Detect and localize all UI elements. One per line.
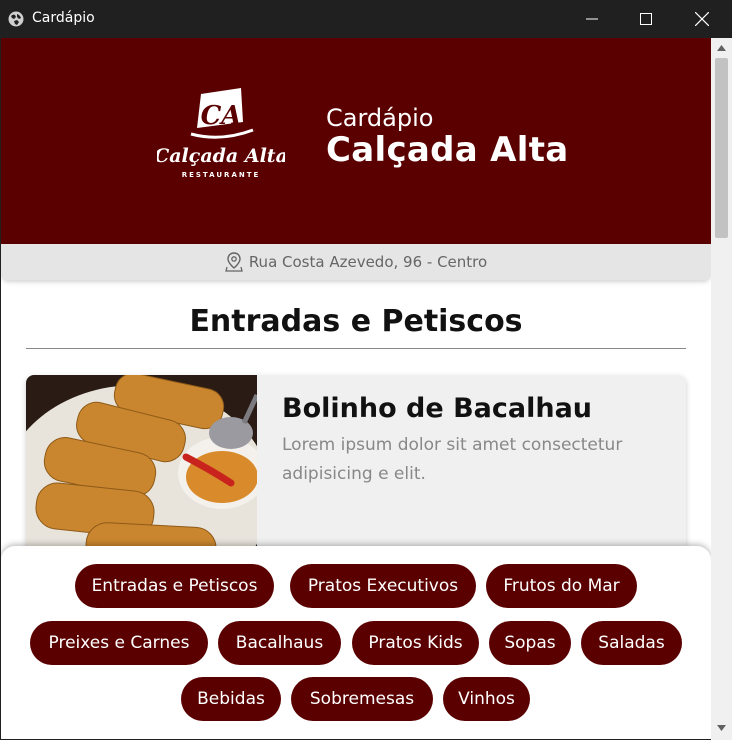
category-pill-sopas[interactable]: Sopas (489, 621, 571, 665)
svg-text:CA: CA (201, 101, 242, 131)
scroll-up-arrow-icon[interactable] (711, 40, 732, 56)
menu-item-card[interactable]: Bolinho de Bacalhau Lorem ipsum dolor si… (26, 375, 686, 575)
close-icon (695, 12, 709, 26)
category-pill-pratos-executivos[interactable]: Pratos Executivos (290, 564, 476, 608)
window-titlebar: Cardápio (0, 0, 732, 38)
address-bar: Rua Costa Azevedo, 96 - Centro (1, 244, 711, 280)
section-divider (26, 348, 686, 349)
page-content: CA Calçada Alta RESTAURANTE Cardápio Cal… (1, 38, 711, 739)
maximize-button[interactable] (618, 0, 674, 38)
minimize-button[interactable] (564, 0, 620, 38)
category-pill-frutos-do-mar[interactable]: Frutos do Mar (486, 564, 637, 608)
window-title: Cardápio (32, 10, 95, 26)
category-pill-sobremesas[interactable]: Sobremesas (291, 677, 433, 721)
category-pill-bacalhaus[interactable]: Bacalhaus (218, 621, 341, 665)
category-pill-bebidas[interactable]: Bebidas (181, 677, 281, 721)
menu-item-title: Bolinho de Bacalhau (282, 393, 593, 424)
category-nav-panel: Entradas e Petiscos Pratos Executivos Fr… (1, 546, 711, 739)
globe-icon (8, 11, 24, 27)
minimize-icon (586, 18, 598, 20)
hero-banner: CA Calçada Alta RESTAURANTE Cardápio Cal… (1, 38, 711, 244)
menu-item-description: Lorem ipsum dolor sit amet consectetur a… (282, 435, 623, 484)
category-pill-preixes-e-carnes[interactable]: Preixes e Carnes (30, 621, 208, 665)
hero-subtitle: Cardápio (326, 104, 434, 132)
scroll-down-arrow-icon[interactable] (711, 720, 732, 736)
category-pill-vinhos[interactable]: Vinhos (443, 677, 530, 721)
hero-title: Calçada Alta (326, 130, 569, 170)
restaurant-logo: CA Calçada Alta RESTAURANTE (157, 88, 285, 179)
section-title: Entradas e Petiscos (189, 304, 523, 339)
address-text: Rua Costa Azevedo, 96 - Centro (248, 253, 488, 271)
svg-text:RESTAURANTE: RESTAURANTE (182, 171, 261, 179)
category-pill-saladas[interactable]: Saladas (581, 621, 682, 665)
map-pin-icon (224, 252, 243, 272)
scrollbar-thumb[interactable] (715, 58, 728, 238)
food-photo (26, 375, 257, 575)
vertical-scrollbar[interactable] (711, 38, 732, 740)
svg-text:Calçada Alta: Calçada Alta (157, 145, 285, 167)
category-pill-entradas-e-petiscos[interactable]: Entradas e Petiscos (75, 564, 274, 608)
close-button[interactable] (674, 0, 730, 38)
maximize-icon (640, 13, 652, 25)
category-pill-pratos-kids[interactable]: Pratos Kids (352, 621, 479, 665)
